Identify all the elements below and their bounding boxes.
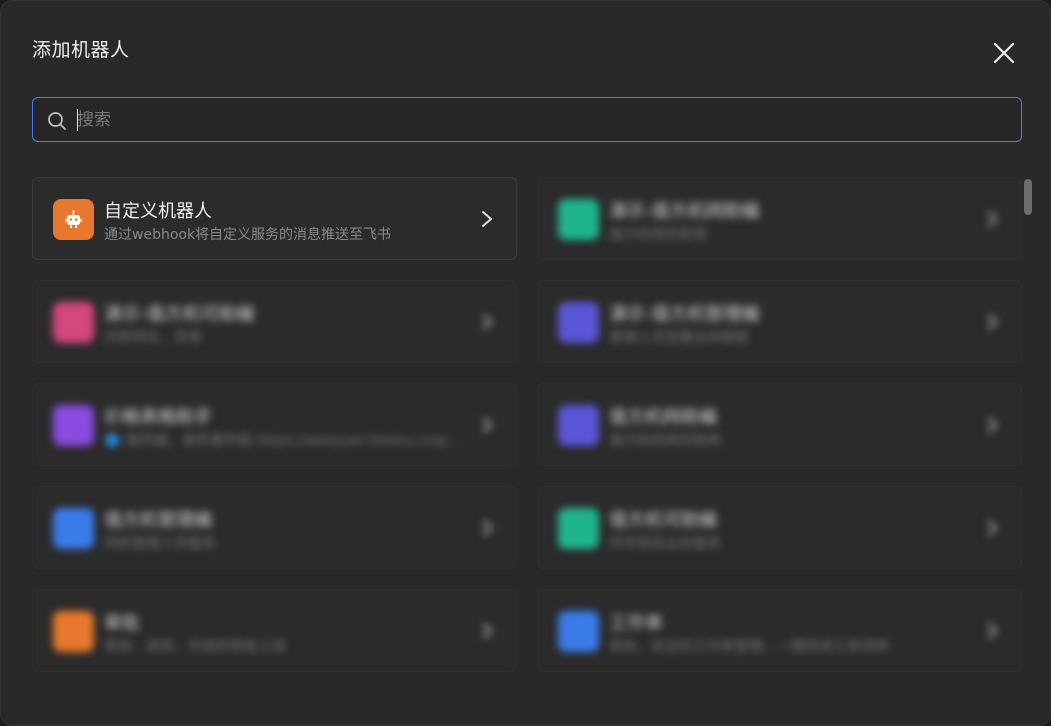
bot-card[interactable]: 值方机管理编 同机管理人员服务 [32,486,517,569]
bot-card[interactable]: 演示-值方机网助编 值方机网员助用 [537,177,1022,260]
bot-description: 问到师生、范保 [104,330,202,346]
bot-card-custom[interactable]: 自定义机器人 通过webhook将自定义服务的消息推送至飞书 [32,177,517,260]
bot-name: 价格表格助手 [104,407,212,428]
bot-icon-box [53,611,94,652]
bot-name: 值方机管理编 [104,510,212,531]
robot-icon [65,210,82,228]
bot-card[interactable]: 值方机网助编 值方机机网员助用 [537,383,1022,466]
bot-icon-box [558,611,599,652]
bot-icon-box [53,199,94,240]
bot-grid: 自定义机器人 通过webhook将自定义服务的消息推送至飞书 演示-值方机网助编… [32,177,1022,677]
bot-description: 简体、高效、开放的审批工具 [104,639,286,655]
bot-card[interactable]: 值方机可助编 同专民机业务服务 [537,486,1022,569]
bot-description: 同机管理人员服务 [104,536,216,552]
close-icon[interactable] [989,38,1019,68]
bot-icon-box [558,302,599,343]
search-box[interactable] [32,97,1022,142]
close-button[interactable] [989,38,1019,68]
add-bot-dialog: 添加机器人 搜索 自定义机器人 通过webhook将自定义服务的消息推送至飞书 … [0,0,1051,726]
chevron-right-icon [482,417,493,433]
chevron-right-icon [482,314,493,330]
bot-card[interactable]: 演示-值方机管理编 管理人员签署全体服管 [537,280,1022,363]
bot-description: 管理人员签署全体服管 [609,330,749,346]
text-caret [77,109,78,131]
search-icon [48,112,66,130]
bot-description: 🔷 数同值，复机事件能 https://wenjuan.feishu.cn/p.… [104,433,461,449]
bot-description: 简体、安全的工作单管理、一键完成工单流转 [609,639,889,655]
bot-card-approval[interactable]: 审批 简体、高效、开放的审批工具 [32,589,517,672]
bot-name: 审批 [104,613,140,634]
chevron-right-icon [482,520,493,536]
bot-description: 值方机机网员助用 [609,433,721,449]
bot-description: 通过webhook将自定义服务的消息推送至飞书 [104,227,392,243]
bot-name: 工作单 [609,613,663,634]
scrollbar-thumb[interactable] [1024,179,1032,215]
bot-icon-box [53,405,94,446]
bot-description: 值方机网员助用 [609,227,707,243]
bot-icon-box [53,508,94,549]
chevron-right-icon [482,211,492,227]
bot-description: 同专民机业务服务 [609,536,721,552]
bot-name: 值方机可助编 [609,510,717,531]
chevron-right-icon [987,314,998,330]
search-input[interactable] [77,104,1007,136]
bot-card[interactable]: 演示-值方机可助编 问到师生、范保 [32,280,517,363]
chevron-right-icon [482,623,493,639]
bot-card-ticket[interactable]: 工作单 简体、安全的工作单管理、一键完成工单流转 [537,589,1022,672]
bot-name: 演示-值方机网助编 [609,201,760,222]
chevron-right-icon [987,520,998,536]
bot-icon-box [558,199,599,240]
chevron-right-icon [987,211,998,227]
bot-icon-box [558,508,599,549]
bot-name: 自定义机器人 [104,201,212,222]
bot-card[interactable]: 价格表格助手 🔷 数同值，复机事件能 https://wenjuan.feish… [32,383,517,466]
bot-name: 演示-值方机可助编 [104,304,255,325]
dialog-title: 添加机器人 [32,39,130,61]
chevron-right-icon [987,417,998,433]
bot-icon-box [53,302,94,343]
chevron-right-icon [987,623,998,639]
bot-name: 值方机网助编 [609,407,717,428]
bot-icon-box [558,405,599,446]
bot-name: 演示-值方机管理编 [609,304,760,325]
